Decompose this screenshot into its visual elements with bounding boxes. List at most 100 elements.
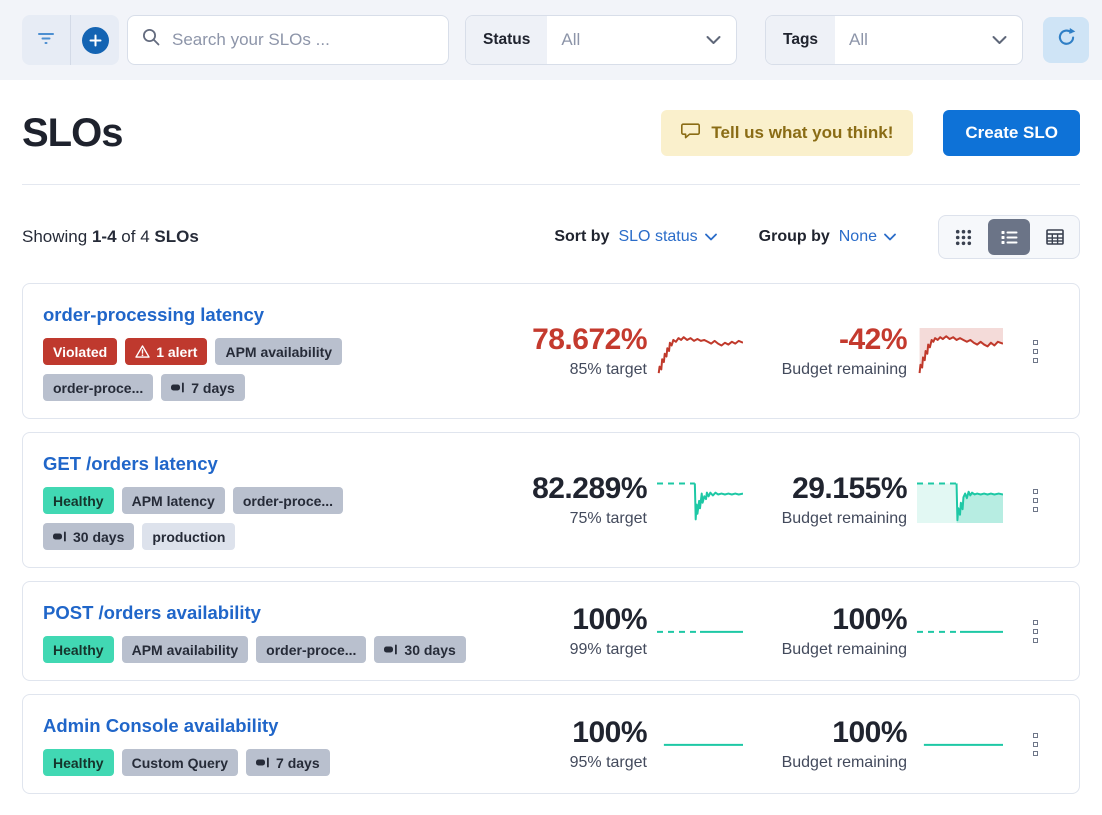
slo-card-info: POST /orders availability Healthy APM ava… (43, 599, 483, 663)
budget-label: Budget remaining (751, 361, 907, 379)
slo-title-link[interactable]: POST /orders availability (43, 602, 261, 624)
budget-label: Budget remaining (751, 641, 907, 659)
time-window-badge[interactable]: 7 days (246, 749, 330, 776)
card-options-menu[interactable] (1011, 620, 1059, 643)
budget-value: 100% (751, 716, 907, 750)
tag-badge[interactable]: APM latency (122, 487, 225, 514)
status-badge[interactable]: Healthy (43, 749, 114, 776)
table-view-button[interactable] (1034, 219, 1076, 255)
sli-status-metric: 82.289% 75% target (491, 472, 743, 528)
time-window-icon (256, 757, 270, 768)
filters-toggle-button[interactable] (22, 15, 70, 65)
card-options-menu[interactable] (1011, 733, 1059, 756)
status-badge[interactable]: Healthy (43, 636, 114, 663)
tag-badge[interactable]: production (142, 523, 235, 550)
group-by-control[interactable]: Group by None (759, 228, 896, 246)
time-window-badge[interactable]: 7 days (161, 374, 245, 401)
sli-value: 100% (491, 716, 647, 750)
tag-badge[interactable]: order-proce... (43, 374, 153, 401)
error-budget-metric: 100% Budget remaining (751, 603, 1003, 659)
status-filter-select[interactable]: Status All (465, 15, 737, 65)
status-filter-label: Status (466, 16, 547, 64)
slo-card-info: GET /orders latency Healthy APM latency or… (43, 450, 483, 550)
kebab-dot-icon (1033, 733, 1038, 738)
warning-icon (135, 345, 150, 358)
budget-sparkline (917, 608, 1003, 654)
card-options-menu[interactable] (1011, 340, 1059, 363)
tag-badge[interactable]: order-proce... (256, 636, 366, 663)
error-budget-metric: 100% Budget remaining (751, 716, 1003, 772)
sli-sparkline (657, 477, 743, 523)
tag-badge[interactable]: order-proce... (233, 487, 343, 514)
time-window-icon (53, 531, 67, 542)
search-icon (142, 28, 161, 52)
budget-label: Budget remaining (751, 754, 907, 772)
sort-by-control[interactable]: Sort by SLO status (554, 228, 716, 246)
slo-card[interactable]: order-processing latency Violated 1 alert… (22, 283, 1080, 419)
list-view-button[interactable] (988, 219, 1030, 255)
status-badge[interactable]: Healthy (43, 487, 114, 514)
chevron-down-icon (705, 233, 717, 241)
chevron-down-icon (884, 233, 896, 241)
speech-bubble-icon (681, 123, 700, 144)
slos-page: SLOs Tell us what you think! Create SLO … (0, 110, 1102, 794)
slo-title-link[interactable]: Admin Console availability (43, 715, 278, 737)
sli-target: 95% target (491, 754, 647, 772)
kebab-dot-icon (1033, 751, 1038, 756)
kebab-dot-icon (1033, 489, 1038, 494)
sli-value: 100% (491, 603, 647, 637)
chevron-down-icon (992, 35, 1022, 45)
refresh-icon (1056, 27, 1077, 53)
tags-filter-select[interactable]: Tags All (765, 15, 1023, 65)
search-input[interactable] (172, 30, 434, 50)
tag-badge[interactable]: APM availability (215, 338, 342, 365)
feedback-button[interactable]: Tell us what you think! (661, 110, 913, 156)
filter-toolbar: Status All Tags All (0, 0, 1102, 80)
showing-summary: Showing 1-4 of 4 SLOs (22, 227, 554, 247)
badge-row: Healthy APM latency order-proce... (43, 487, 483, 514)
tag-badge[interactable]: APM availability (122, 636, 249, 663)
budget-value: 100% (751, 603, 907, 637)
sort-by-value: SLO status (618, 228, 716, 246)
time-window-badge[interactable]: 30 days (374, 636, 465, 663)
badge-row: Healthy Custom Query 7 days (43, 749, 483, 776)
time-window-icon (384, 644, 398, 655)
alert-badge[interactable]: 1 alert (125, 338, 207, 365)
card-options-menu[interactable] (1011, 489, 1059, 512)
search-box (127, 15, 449, 65)
tag-badge[interactable]: Custom Query (122, 749, 238, 776)
slo-card[interactable]: GET /orders latency Healthy APM latency or… (22, 432, 1080, 568)
status-filter-value: All (547, 30, 706, 50)
sli-value: 82.289% (491, 472, 647, 506)
time-window-badge[interactable]: 30 days (43, 523, 134, 550)
kebab-dot-icon (1033, 358, 1038, 363)
chevron-down-icon (706, 35, 736, 45)
budget-sparkline (917, 721, 1003, 767)
group-by-value: None (839, 228, 896, 246)
status-badge[interactable]: Violated (43, 338, 117, 365)
slo-title-link[interactable]: order-processing latency (43, 304, 264, 326)
group-by-label: Group by (759, 228, 830, 246)
slo-title-link[interactable]: GET /orders latency (43, 453, 218, 475)
sli-target: 85% target (491, 361, 647, 379)
slo-card[interactable]: Admin Console availability Healthy Custom… (22, 694, 1080, 794)
badge-row: 30 days production (43, 523, 483, 550)
tags-filter-value: All (835, 30, 992, 50)
slo-card[interactable]: POST /orders availability Healthy APM ava… (22, 581, 1080, 681)
filter-icon (37, 31, 55, 50)
page-title: SLOs (22, 111, 661, 156)
refresh-button[interactable] (1043, 17, 1089, 63)
table-icon (1046, 229, 1064, 245)
kebab-dot-icon (1033, 340, 1038, 345)
sli-status-metric: 100% 95% target (491, 716, 743, 772)
grid-view-button[interactable] (942, 219, 984, 255)
divider (22, 184, 1080, 185)
slo-card-info: Admin Console availability Healthy Custom… (43, 712, 483, 776)
create-slo-button[interactable]: Create SLO (943, 110, 1080, 156)
add-filter-button[interactable] (71, 15, 119, 65)
slo-card-info: order-processing latency Violated 1 alert… (43, 301, 483, 401)
badge-row: order-proce... 7 days (43, 374, 483, 401)
list-icon (1001, 230, 1018, 245)
sli-status-metric: 78.672% 85% target (491, 323, 743, 379)
slo-card-list: order-processing latency Violated 1 alert… (22, 283, 1080, 794)
